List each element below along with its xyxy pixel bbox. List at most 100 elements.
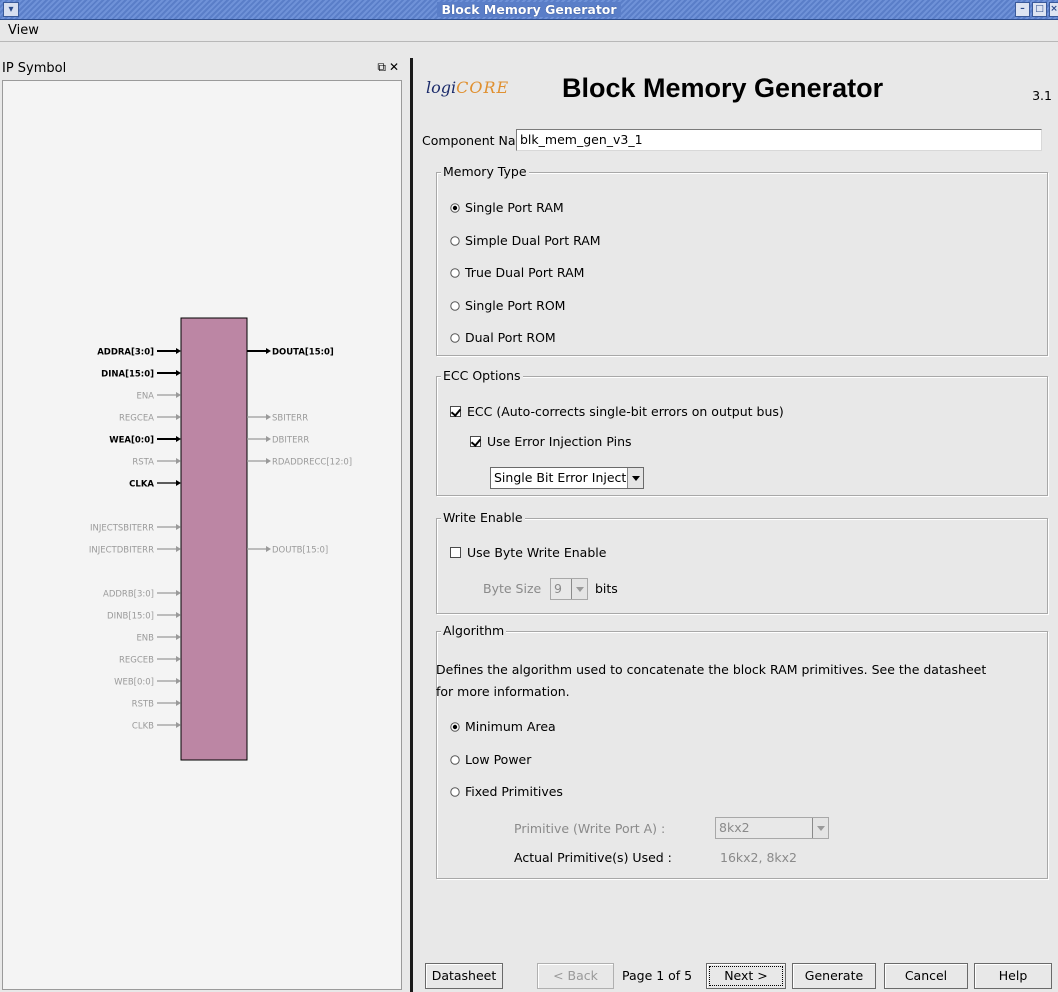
menu-view[interactable]: View xyxy=(8,23,39,38)
primitive-write-port-label: Primitive (Write Port A) : xyxy=(514,821,666,836)
actual-primitives-value: 16kx2, 8kx2 xyxy=(720,850,797,865)
ip-symbol-header: IP Symbol ⧉✕ xyxy=(0,58,408,80)
write-enable-group: Write Enable xyxy=(436,510,1048,614)
help-button[interactable]: Help xyxy=(974,963,1052,989)
memory-type-radio-1[interactable] xyxy=(450,203,460,213)
pin-label: RDADDRECC[12:0] xyxy=(272,458,352,468)
algorithm-label-3: Fixed Primitives xyxy=(465,784,563,799)
version-label: 3.1 xyxy=(1032,88,1052,103)
output-pin-4: RDADDRECC[12:0] xyxy=(247,458,352,468)
page-title: Block Memory Generator xyxy=(562,73,884,103)
pin-label: REGCEB xyxy=(119,656,154,666)
primitive-select[interactable]: 8kx2 xyxy=(715,817,829,839)
next-button[interactable]: Next > xyxy=(706,963,786,989)
pin-label: INJECTDBITERR xyxy=(89,546,154,556)
memory-type-radio-3[interactable] xyxy=(450,268,460,278)
memory-type-radio-5[interactable] xyxy=(450,333,460,343)
ecc-options-title: ECC Options xyxy=(441,368,523,383)
memory-type-label-2: Simple Dual Port RAM xyxy=(465,232,601,248)
memory-block xyxy=(180,317,248,761)
pin-label: WEB[0:0] xyxy=(114,678,154,688)
input-pin-5: WEA[0:0] xyxy=(109,436,181,446)
page-indicator: Page 1 of 5 xyxy=(622,968,693,983)
pin-label: INJECTSBITERR xyxy=(90,524,154,534)
write-enable-title: Write Enable xyxy=(441,510,525,525)
pin-label: ENA xyxy=(136,392,154,402)
generate-button[interactable]: Generate xyxy=(792,963,876,989)
input-pin-13: REGCEB xyxy=(119,656,181,666)
input-pin-7: CLKA xyxy=(129,480,181,490)
pin-label: REGCEA xyxy=(119,414,154,424)
input-pin-14: WEB[0:0] xyxy=(114,678,181,688)
pin-label: ADDRB[3:0] xyxy=(103,590,154,600)
configuration-panel: logiCORE Block Memory Generator 3.1 Comp… xyxy=(414,58,1058,992)
error-injection-label: Use Error Injection Pins xyxy=(487,434,632,449)
algorithm-description-line1: Defines the algorithm used to concatenat… xyxy=(436,662,987,677)
chevron-down-icon[interactable] xyxy=(627,468,643,488)
error-injection-select[interactable]: Single Bit Error Injecti xyxy=(490,467,644,489)
algorithm-label-2: Low Power xyxy=(465,751,532,767)
ip-symbol-title: IP Symbol xyxy=(2,61,67,76)
memory-type-label-5: Dual Port ROM xyxy=(465,330,556,345)
pin-label: DINB[15:0] xyxy=(107,612,154,622)
input-pin-3: ENA xyxy=(136,392,181,402)
cancel-button[interactable]: Cancel xyxy=(884,963,968,989)
close-panel-icon[interactable]: ✕ xyxy=(389,60,402,74)
chevron-down-icon[interactable] xyxy=(812,818,828,838)
minimize-button[interactable]: – xyxy=(1015,2,1030,17)
byte-size-label: Byte Size xyxy=(483,581,542,596)
byte-size-select[interactable]: 9 xyxy=(550,578,588,600)
algorithm-radio-3[interactable] xyxy=(450,787,460,797)
algorithm-description-line2: for more information. xyxy=(436,684,570,699)
maximize-button[interactable]: □ xyxy=(1032,2,1047,17)
memory-type-radio-4[interactable] xyxy=(450,300,460,311)
bits-label: bits xyxy=(595,581,618,596)
output-pin-5: DOUTB[15:0] xyxy=(247,546,328,556)
input-pin-6: RSTA xyxy=(132,458,181,468)
primitive-value: 8kx2 xyxy=(719,820,750,835)
input-pin-2: DINA[15:0] xyxy=(101,370,181,380)
float-panel-icon[interactable]: ⧉ xyxy=(377,60,389,74)
input-pin-16: CLKB xyxy=(132,722,181,732)
memory-type-label-1: Single Port RAM xyxy=(465,200,564,215)
output-pin-2: SBITERR xyxy=(247,414,308,424)
component-name-input[interactable]: blk_mem_gen_v3_1 xyxy=(516,129,1042,151)
error-injection-value: Single Bit Error Injecti xyxy=(494,470,630,485)
pin-label: DINA[15:0] xyxy=(101,370,154,380)
output-pin-1: DOUTA[15:0] xyxy=(247,348,334,358)
output-pin-3: DBITERR xyxy=(247,436,309,446)
chevron-down-icon[interactable] xyxy=(571,579,587,599)
back-button[interactable]: < Back xyxy=(537,963,614,989)
pin-label: DBITERR xyxy=(272,436,309,446)
pin-label: DOUTB[15:0] xyxy=(272,546,328,556)
pin-label: WEA[0:0] xyxy=(109,436,154,446)
datasheet-button[interactable]: Datasheet xyxy=(425,963,503,989)
close-button[interactable]: × xyxy=(1049,2,1058,17)
input-pin-9: INJECTDBITERR xyxy=(89,546,181,556)
panel-splitter[interactable] xyxy=(410,58,413,992)
ecc-checkbox[interactable] xyxy=(450,406,461,417)
memory-type-label-4: Single Port ROM xyxy=(465,297,566,313)
logicore-logo: logiCORE xyxy=(426,78,510,97)
pin-label: SBITERR xyxy=(272,414,308,424)
algorithm-label-1: Minimum Area xyxy=(465,719,556,734)
input-pin-12: ENB xyxy=(136,634,181,644)
error-injection-checkbox[interactable] xyxy=(470,436,481,447)
byte-write-enable-label: Use Byte Write Enable xyxy=(467,545,607,560)
ecc-label: ECC (Auto-corrects single-bit errors on … xyxy=(467,404,784,419)
ip-symbol-panel: IP Symbol ⧉✕ ADDRA[3:0] DINA[15:0] ENA REGC… xyxy=(0,58,408,992)
pin-label: CLKA xyxy=(129,480,154,490)
byte-write-enable-checkbox[interactable] xyxy=(450,547,461,558)
algorithm-radio-2[interactable] xyxy=(450,754,460,765)
memory-type-radio-2[interactable] xyxy=(450,235,460,246)
pin-label: ADDRA[3:0] xyxy=(97,348,154,358)
ip-symbol-diagram: ADDRA[3:0] DINA[15:0] ENA REGCEA WEA[0:0] RST… xyxy=(89,317,352,761)
pin-label: ENB xyxy=(136,634,154,644)
algorithm-title: Algorithm xyxy=(441,623,507,638)
ip-symbol-canvas: ADDRA[3:0] DINA[15:0] ENA REGCEA WEA[0:0] RST… xyxy=(2,80,402,990)
byte-size-value: 9 xyxy=(554,581,562,596)
memory-type-label-3: True Dual Port RAM xyxy=(465,265,585,280)
pin-label: CLKB xyxy=(132,722,154,732)
algorithm-radio-1[interactable] xyxy=(450,722,460,732)
window-title: Block Memory Generator xyxy=(0,2,1058,17)
